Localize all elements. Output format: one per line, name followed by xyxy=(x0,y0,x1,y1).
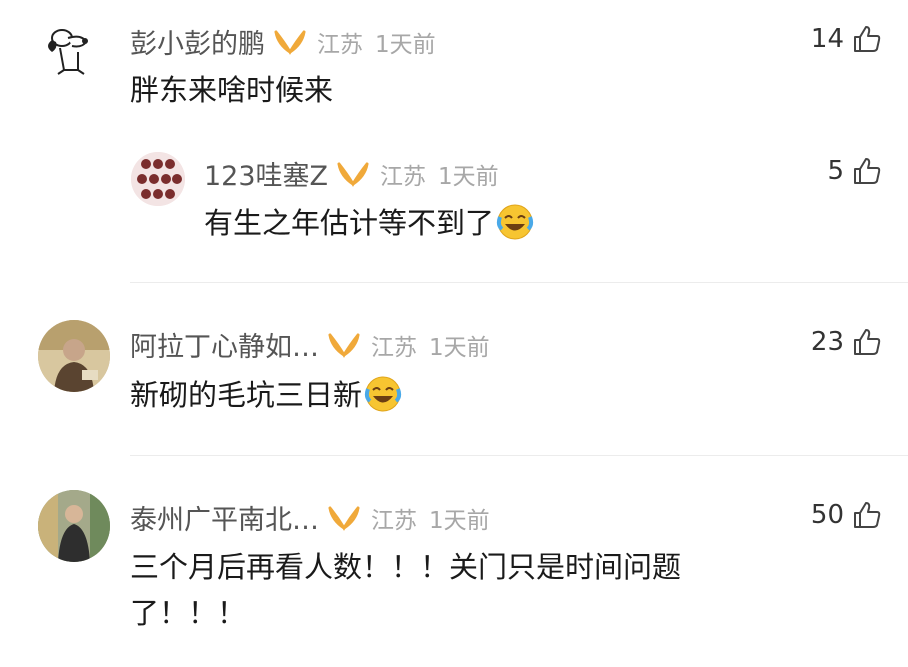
comment-text: 新砌的毛坑三日新 xyxy=(130,368,402,422)
like-button[interactable]: 23 xyxy=(811,325,882,359)
crying-laughing-emoji-icon xyxy=(364,376,402,412)
vip-badge-icon xyxy=(337,162,369,187)
vip-badge-icon xyxy=(274,30,306,55)
vip-badge-icon xyxy=(328,506,360,531)
username[interactable]: 123哇塞Z xyxy=(204,154,328,193)
timestamp: 1天前 xyxy=(429,507,490,534)
comment-3: 阿拉丁心静如… 江苏 1天前 新砌的毛坑三日新 23 xyxy=(0,283,908,453)
like-button[interactable]: 5 xyxy=(827,154,882,188)
comment-4: 泰州广平南北… 江苏 1天前 三个月后再看人数！！！关门只是时间问题 了！！！ … xyxy=(0,456,908,667)
location: 江苏 xyxy=(380,163,427,190)
name-line: 彭小彭的鹏 江苏 1天前 xyxy=(130,22,436,61)
name-line: 阿拉丁心静如… 江苏 1天前 xyxy=(130,325,490,364)
thumbs-up-icon xyxy=(854,329,881,355)
comment-reply: 123哇塞Z 江苏 1天前 有生之年估计等不到了 5 xyxy=(0,130,908,280)
thumbs-up-icon xyxy=(854,158,881,184)
timestamp: 1天前 xyxy=(438,163,499,190)
name-line: 123哇塞Z 江苏 1天前 xyxy=(204,154,499,193)
name-line: 泰州广平南北… 江苏 1天前 xyxy=(130,498,490,537)
username[interactable]: 泰州广平南北… xyxy=(130,498,319,537)
comment-text-content: 新砌的毛坑三日新 xyxy=(130,378,363,412)
comment-text: 胖东来啥时候来 xyxy=(130,73,334,107)
avatar[interactable] xyxy=(131,152,185,206)
crying-laughing-emoji-icon xyxy=(496,204,534,240)
monk-avatar-icon xyxy=(38,320,110,392)
group-photo-avatar-icon xyxy=(131,152,185,206)
thumbs-up-icon xyxy=(854,26,881,52)
like-count: 23 xyxy=(810,327,844,357)
timestamp: 1天前 xyxy=(375,31,436,58)
like-button[interactable]: 14 xyxy=(811,22,882,56)
thumbs-up-icon xyxy=(854,502,881,528)
like-count: 5 xyxy=(827,156,844,186)
like-button[interactable]: 50 xyxy=(811,498,882,532)
timestamp: 1天前 xyxy=(429,334,490,361)
location: 江苏 xyxy=(371,507,417,534)
like-count: 14 xyxy=(810,24,844,54)
avatar[interactable] xyxy=(38,18,100,80)
avatar[interactable] xyxy=(38,320,110,392)
comment-text-line-2: 了！！！ xyxy=(130,596,247,630)
person-in-store-avatar-icon xyxy=(38,490,110,562)
comment-text-content: 有生之年估计等不到了 xyxy=(204,206,495,240)
username[interactable]: 彭小彭的鹏 xyxy=(130,22,265,61)
like-count: 50 xyxy=(810,500,844,530)
snoopy-avatar-icon xyxy=(48,29,88,75)
avatar[interactable] xyxy=(38,490,110,562)
vip-badge-icon xyxy=(328,333,360,358)
comment-1: 彭小彭的鹏 江苏 1天前 胖东来啥时候来 14 xyxy=(0,0,908,130)
location: 江苏 xyxy=(371,334,417,361)
comment-text: 有生之年估计等不到了 xyxy=(204,196,534,250)
location: 江苏 xyxy=(317,31,363,58)
username[interactable]: 阿拉丁心静如… xyxy=(130,325,319,364)
